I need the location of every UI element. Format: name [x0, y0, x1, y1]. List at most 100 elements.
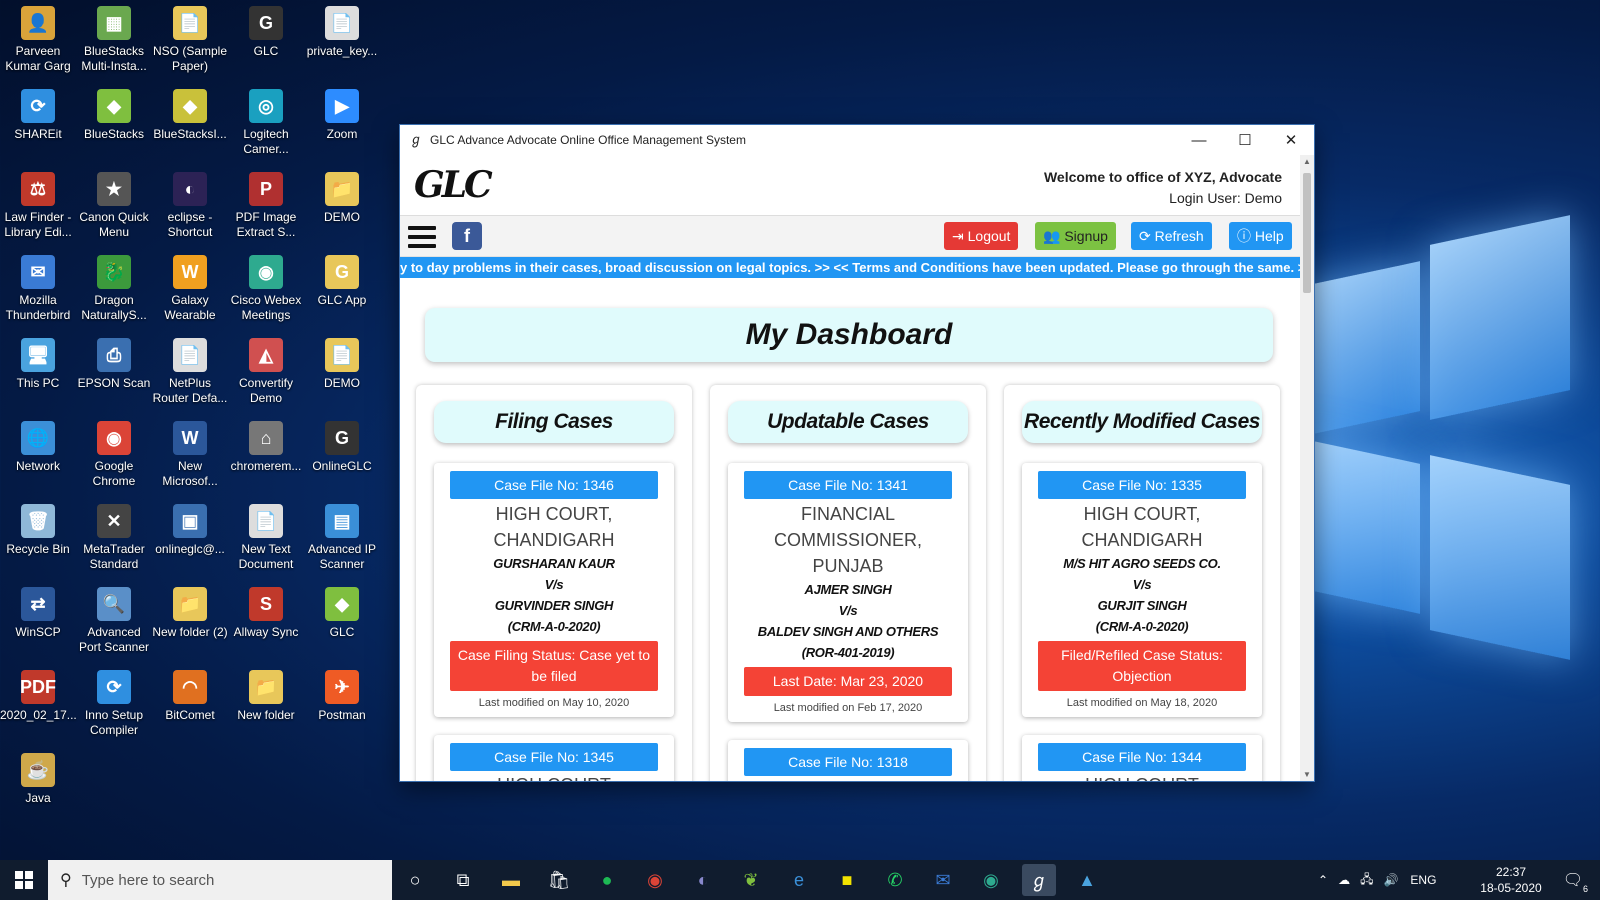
chevron-up-icon[interactable]: ⌃: [1318, 873, 1328, 887]
desktop-icon[interactable]: ▦ BlueStacks Multi-Insta...: [76, 0, 152, 74]
case-file-button[interactable]: Case File No: 1344: [1038, 743, 1246, 771]
cortana-icon[interactable]: ○: [398, 864, 432, 896]
desktop-icon[interactable]: ⟳ Inno Setup Compiler: [76, 664, 152, 738]
scrollbar-thumb[interactable]: [1303, 173, 1311, 293]
eclipse-icon[interactable]: ◐: [686, 864, 720, 896]
case-card[interactable]: Case File No: 1345 HIGH COURT: [434, 735, 674, 781]
scroll-down-icon[interactable]: ▼: [1300, 770, 1314, 779]
desktop-icon[interactable]: 🗑 Recycle Bin: [0, 498, 76, 557]
desktop-icon[interactable]: 📄 private_key...: [304, 0, 380, 59]
facebook-icon[interactable]: f: [452, 222, 482, 250]
desktop-icon[interactable]: ▣ onlineglc@...: [152, 498, 228, 557]
scroll-up-icon[interactable]: ▲: [1300, 157, 1314, 166]
notifications-icon[interactable]: 🗨 6: [1556, 864, 1590, 896]
desktop-icon[interactable]: ◉ Google Chrome: [76, 415, 152, 489]
desktop-icon[interactable]: ✈ Postman: [304, 664, 380, 723]
tray-icons[interactable]: ⌃ ☁ 🖧 🔊 ENG: [1318, 860, 1436, 900]
taskbar-search-input[interactable]: ⚲ Type here to search: [48, 860, 392, 900]
desktop-icon[interactable]: ⚖ Law Finder - Library Edi...: [0, 166, 76, 240]
maximize-button[interactable]: ☐: [1222, 125, 1268, 155]
case-file-button[interactable]: Case File No: 1318: [744, 748, 952, 776]
news-ticker[interactable]: y to day problems in their cases, broad …: [400, 257, 1300, 278]
desktop-icon[interactable]: ◉ Cisco Webex Meetings: [228, 249, 304, 323]
case-file-button[interactable]: Case File No: 1346: [450, 471, 658, 499]
desktop-icon[interactable]: G GLC: [228, 0, 304, 59]
signup-button[interactable]: 👥 Signup: [1035, 222, 1116, 250]
store-icon[interactable]: 🛍: [542, 864, 576, 896]
case-file-button[interactable]: Case File No: 1341: [744, 471, 952, 499]
logout-button[interactable]: ⇥ Logout: [944, 222, 1019, 250]
desktop-icon[interactable]: ◎ Logitech Camer...: [228, 83, 304, 157]
desktop-icon[interactable]: ⇄ WinSCP: [0, 581, 76, 640]
desktop-icon[interactable]: P PDF Image Extract S...: [228, 166, 304, 240]
desktop-icon[interactable]: ▤ Advanced IP Scanner: [304, 498, 380, 572]
thunderbird-icon[interactable]: ✉: [926, 864, 960, 896]
volume-icon[interactable]: 🔊: [1383, 873, 1398, 887]
case-card[interactable]: Case File No: 1341 FINANCIAL COMMISSIONER…: [728, 463, 968, 722]
refresh-button[interactable]: ⟳ Refresh: [1131, 222, 1212, 250]
desktop-icon[interactable]: 🔍 Advanced Port Scanner: [76, 581, 152, 655]
desktop-icon[interactable]: W Galaxy Wearable: [152, 249, 228, 323]
minimize-button[interactable]: —: [1176, 125, 1222, 155]
desktop-icon[interactable]: ✉ Mozilla Thunderbird: [0, 249, 76, 323]
case-card[interactable]: Case File No: 1346 HIGH COURT, CHANDIGARH…: [434, 463, 674, 717]
desktop-icon[interactable]: ◠ BitComet: [152, 664, 228, 723]
desktop-icon[interactable]: S Allway Sync: [228, 581, 304, 640]
desktop-icon[interactable]: PDF 2020_02_17...: [0, 664, 77, 723]
desktop-icon[interactable]: 🌐 Network: [0, 415, 76, 474]
spotify-icon[interactable]: ●: [590, 864, 624, 896]
window-titlebar[interactable]: ℊ GLC Advance Advocate Online Office Man…: [400, 125, 1314, 155]
desktop-icon[interactable]: ◆ GLC: [304, 581, 380, 640]
desktop-icon[interactable]: ◭ Convertify Demo: [228, 332, 304, 406]
desktop-icon[interactable]: W New Microsof...: [152, 415, 228, 489]
case-file-button[interactable]: Case File No: 1335: [1038, 471, 1246, 499]
language-indicator[interactable]: ENG: [1410, 873, 1436, 887]
desktop-icon[interactable]: 👤 Parveen Kumar Garg: [0, 0, 76, 74]
desktop-icon[interactable]: ⎙ EPSON Scan: [76, 332, 152, 391]
desktop-icon[interactable]: 📄 NetPlus Router Defa...: [152, 332, 228, 406]
webex-icon[interactable]: ◉: [974, 864, 1008, 896]
desktop-icon[interactable]: 🐉 Dragon NaturallyS...: [76, 249, 152, 323]
desktop-icon[interactable]: 📄 New Text Document: [228, 498, 304, 572]
desktop-icon[interactable]: G OnlineGLC: [304, 415, 380, 474]
desktop-icon[interactable]: ◐ eclipse - Shortcut: [152, 166, 228, 240]
clock[interactable]: 22:37 18-05-2020: [1480, 864, 1542, 896]
vertical-scrollbar[interactable]: ▲ ▼: [1300, 155, 1314, 781]
glc-logo[interactable]: GLC: [414, 161, 498, 209]
desktop-icon[interactable]: 📁 New folder: [228, 664, 304, 723]
photos-icon[interactable]: ▲: [1070, 864, 1104, 896]
case-card[interactable]: Case File No: 1318 FINANCIAL: [728, 740, 968, 781]
desktop-icon[interactable]: ✕ MetaTrader Standard: [76, 498, 152, 572]
onedrive-icon[interactable]: ☁: [1338, 873, 1350, 887]
whatsapp-icon[interactable]: ✆: [878, 864, 912, 896]
edge-icon[interactable]: e: [782, 864, 816, 896]
case-card[interactable]: Case File No: 1344 HIGH COURT: [1022, 735, 1262, 781]
glc-taskbar-icon[interactable]: ℊ: [1022, 864, 1056, 896]
desktop-icon[interactable]: 📁 DEMO: [304, 166, 380, 225]
help-button[interactable]: ⓘ Help: [1229, 222, 1292, 250]
desktop-icon[interactable]: ◆ BlueStacks: [76, 83, 152, 142]
chrome-icon[interactable]: ◉: [638, 864, 672, 896]
desktop-icon[interactable]: ★ Canon Quick Menu: [76, 166, 152, 240]
desktop-icon-label: DEMO: [324, 376, 360, 390]
case-file-button[interactable]: Case File No: 1345: [450, 743, 658, 771]
sticky-notes-icon[interactable]: ■: [830, 864, 864, 896]
case-card[interactable]: Case File No: 1335 HIGH COURT, CHANDIGARH…: [1022, 463, 1262, 717]
desktop-icon[interactable]: ▶ Zoom: [304, 83, 380, 142]
desktop-icon[interactable]: ◆ BlueStacksI...: [152, 83, 228, 142]
desktop-icon[interactable]: 🖥 This PC: [0, 332, 76, 391]
desktop-icon[interactable]: ☕ Java: [0, 747, 76, 806]
dragon-icon[interactable]: ❦: [734, 864, 768, 896]
close-button[interactable]: ✕: [1268, 125, 1314, 155]
start-button[interactable]: [0, 860, 48, 900]
file-explorer-icon[interactable]: ▬: [494, 864, 528, 896]
desktop-icon[interactable]: G GLC App: [304, 249, 380, 308]
desktop-icon[interactable]: 📁 New folder (2): [152, 581, 228, 640]
desktop-icon[interactable]: 📄 NSO (Sample Paper): [152, 0, 228, 74]
desktop-icon[interactable]: ⌂ chromerem...: [228, 415, 304, 474]
network-icon[interactable]: 🖧: [1360, 870, 1373, 891]
hamburger-menu-icon[interactable]: [408, 226, 436, 248]
desktop-icon[interactable]: ⟳ SHAREit: [0, 83, 76, 142]
task-view-icon[interactable]: ⧉: [446, 864, 480, 896]
desktop-icon[interactable]: 📄 DEMO: [304, 332, 380, 391]
